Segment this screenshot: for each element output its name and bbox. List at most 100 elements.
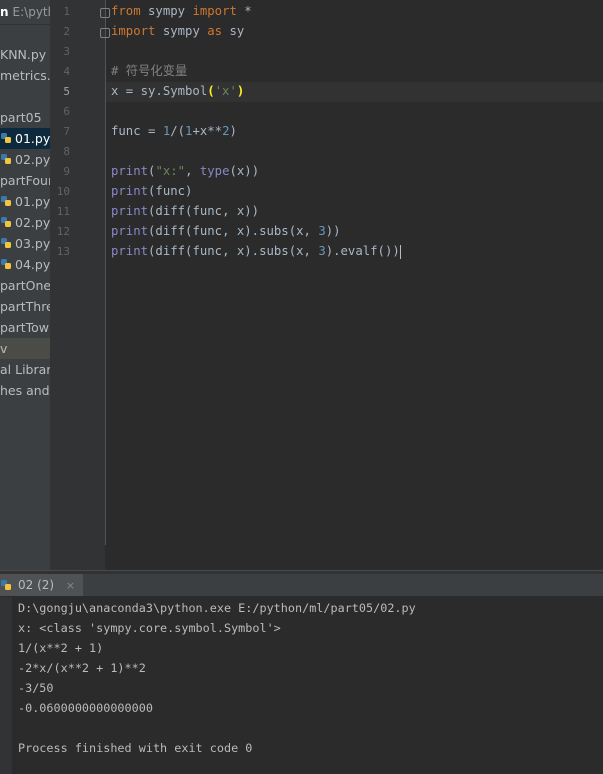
python-file-icon	[1, 196, 11, 206]
code-token: (diff(func, x).subs(x,	[148, 244, 319, 258]
code-token: "x:"	[155, 164, 186, 178]
sidebar-item[interactable]: partTow	[0, 317, 50, 338]
code-token: # 符号化变量	[111, 64, 188, 78]
code-token: as	[207, 24, 223, 38]
sidebar-item-label: al Libraries	[0, 362, 50, 377]
sidebar-item-label: v	[0, 341, 8, 356]
python-file-icon	[1, 154, 11, 164]
console-line: 1/(x**2 + 1)	[18, 641, 104, 655]
code-token: print	[111, 204, 149, 218]
code-token: )	[229, 124, 237, 138]
sidebar-item[interactable]: 03.py	[0, 233, 50, 254]
code-token: type	[199, 164, 230, 178]
code-line[interactable]: print(func)	[111, 181, 192, 201]
code-token: print	[111, 244, 149, 258]
project-name: n	[0, 5, 9, 19]
console-line: Process finished with exit code 0	[18, 741, 253, 755]
sidebar-item[interactable]: hes and Consoles	[0, 380, 50, 401]
console-gutter	[0, 597, 12, 774]
line-number: 4	[63, 65, 70, 78]
run-toolbar: 02 (2) ×	[0, 574, 603, 597]
console-line: x: <class 'sympy.core.symbol.Symbol'>	[18, 621, 281, 635]
code-line[interactable]: x = sy.Symbol('x')	[111, 81, 244, 101]
console-line: -2*x/(x**2 + 1)**2	[18, 661, 146, 675]
python-file-icon	[1, 238, 11, 248]
code-token: 'x'	[214, 84, 237, 98]
python-file-icon	[1, 217, 11, 227]
sidebar-item-label: KNN.py	[0, 47, 47, 62]
code-token: ,	[185, 164, 200, 178]
sidebar-item[interactable]: 02.py	[0, 149, 50, 170]
python-file-icon	[1, 133, 11, 143]
code-token: (diff(func, x).subs(x,	[148, 224, 319, 238]
code-line[interactable]: print(diff(func, x))	[111, 201, 259, 221]
sidebar-item[interactable]: 01.py	[0, 128, 50, 149]
code-token: sympy	[140, 4, 193, 18]
code-token: *	[236, 4, 252, 18]
run-tab-label: 02 (2)	[18, 578, 55, 592]
sidebar-item[interactable]: 02.py	[0, 212, 50, 233]
code-line[interactable]: from sympy import *	[111, 1, 252, 21]
line-number: 11	[56, 205, 70, 218]
line-number: 12	[56, 225, 70, 238]
sidebar-item[interactable]: 01.py	[0, 191, 50, 212]
console-line: -3/50	[18, 681, 54, 695]
line-number: 6	[63, 105, 70, 118]
run-tab[interactable]: 02 (2) ×	[0, 574, 84, 596]
sidebar-item-label: 02.py	[15, 215, 50, 230]
code-line[interactable]: func = 1/(1+x**2)	[111, 121, 237, 141]
fold-marker-icon[interactable]	[100, 28, 110, 38]
line-number: 5	[63, 85, 70, 98]
sidebar-item-label: partOne	[0, 278, 50, 293]
code-token: /(	[170, 124, 186, 138]
code-line[interactable]: print(diff(func, x).subs(x, 3).evalf())	[111, 241, 401, 261]
code-token: (diff(func, x))	[148, 204, 260, 218]
code-token: 3	[318, 224, 326, 238]
sidebar-item-label: 03.py	[15, 236, 50, 251]
code-token: print	[111, 224, 149, 238]
sidebar-item[interactable]: partThree	[0, 296, 50, 317]
python-file-icon	[1, 259, 11, 269]
line-number: 7	[63, 125, 70, 138]
line-number: 9	[63, 165, 70, 178]
sidebar-item[interactable]: v	[0, 338, 50, 359]
code-line[interactable]: print("x:", type(x))	[111, 161, 259, 181]
project-sidebar: nE:\python KNN.py metrics.py part05 01.py 02…	[0, 0, 50, 570]
code-token: import	[192, 4, 237, 18]
sidebar-item-label: partThree	[0, 299, 50, 314]
line-number: 2	[63, 25, 70, 38]
line-number: 1	[63, 5, 70, 18]
console-line: D:\gongju\anaconda3\python.exe E:/python…	[18, 601, 416, 615]
code-token: print	[111, 184, 149, 198]
fold-marker-icon[interactable]	[100, 8, 110, 18]
sidebar-item[interactable]: al Libraries	[0, 359, 50, 380]
code-token: +x**	[192, 124, 223, 138]
code-token: func =	[111, 124, 163, 138]
code-line[interactable]: print(diff(func, x).subs(x, 3))	[111, 221, 341, 241]
sidebar-item-label: part05	[0, 110, 42, 125]
code-token: x = sy.Symbol	[111, 84, 208, 98]
line-number: 13	[56, 245, 70, 258]
sidebar-item[interactable]: KNN.py	[0, 44, 50, 65]
sidebar-item-label: 01.py	[15, 131, 50, 146]
sidebar-item[interactable]: partFour	[0, 170, 50, 191]
code-token: ))	[325, 224, 341, 238]
close-icon[interactable]: ×	[66, 579, 75, 592]
sidebar-item-label: hes and Consoles	[0, 383, 50, 398]
code-token: ).evalf())	[325, 244, 400, 258]
console-line: -0.0600000000000000	[18, 701, 153, 715]
sidebar-item[interactable]: partOne	[0, 275, 50, 296]
code-line[interactable]: import sympy as sy	[111, 21, 244, 41]
line-number: 10	[56, 185, 70, 198]
sidebar-item-label: partTow	[0, 320, 50, 335]
text-caret	[399, 244, 401, 259]
code-line[interactable]: # 符号化变量	[111, 61, 187, 81]
sidebar-item-label: metrics.py	[0, 68, 50, 83]
code-token: (	[207, 84, 215, 98]
sidebar-item[interactable]: metrics.py	[0, 65, 50, 86]
sidebar-item[interactable]: 04.py	[0, 254, 50, 275]
sidebar-item[interactable]: part05	[0, 107, 50, 128]
sidebar-item-label: 02.py	[15, 152, 50, 167]
code-token: (func)	[148, 184, 193, 198]
project-header[interactable]: nE:\python	[0, 0, 50, 25]
